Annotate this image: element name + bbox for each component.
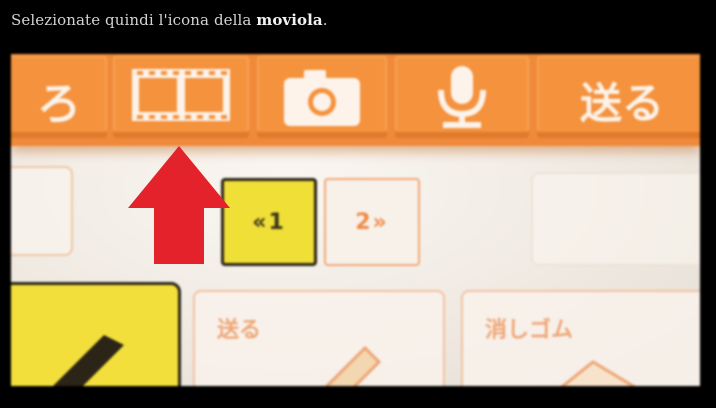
page-next-label: 2» (355, 209, 389, 235)
device-screen-photo: ろ 送る «1 2» 送る 消しゴム (11, 54, 700, 386)
page-prev-button[interactable]: «1 (221, 178, 317, 266)
page-prev-label: «1 (252, 209, 286, 235)
pencil-icon (324, 345, 382, 386)
caption-suffix: . (322, 11, 328, 29)
instruction-caption: Selezionate quindi l'icona della moviola… (11, 11, 328, 29)
eraser-tool-button[interactable]: 消しゴム (461, 290, 700, 386)
microphone-icon (438, 66, 486, 128)
filmstrip-icon (132, 69, 230, 121)
eraser-tool-label: 消しゴム (485, 318, 574, 343)
red-arrow-annotation (128, 146, 230, 264)
filmstrip-button[interactable] (113, 56, 249, 138)
send-glyph: 送る (579, 79, 664, 128)
page-thumbnail-right (531, 172, 700, 266)
page-next-button[interactable]: 2» (324, 178, 420, 266)
camera-icon (284, 70, 360, 126)
page-thumbnail-left (11, 166, 73, 256)
eraser-icon (560, 360, 636, 386)
toolbar: ろ 送る (11, 54, 700, 146)
send-button[interactable]: 送る (537, 56, 700, 138)
caption-emphasis: moviola (256, 11, 323, 29)
camera-button[interactable] (257, 56, 387, 138)
previous-glyph-button[interactable]: ろ (11, 56, 107, 138)
caption-prefix: Selezionate quindi l'icona della (11, 11, 257, 29)
pen-icon (53, 335, 124, 386)
microphone-button[interactable] (395, 56, 529, 138)
hiragana-glyph: ろ (37, 79, 81, 130)
